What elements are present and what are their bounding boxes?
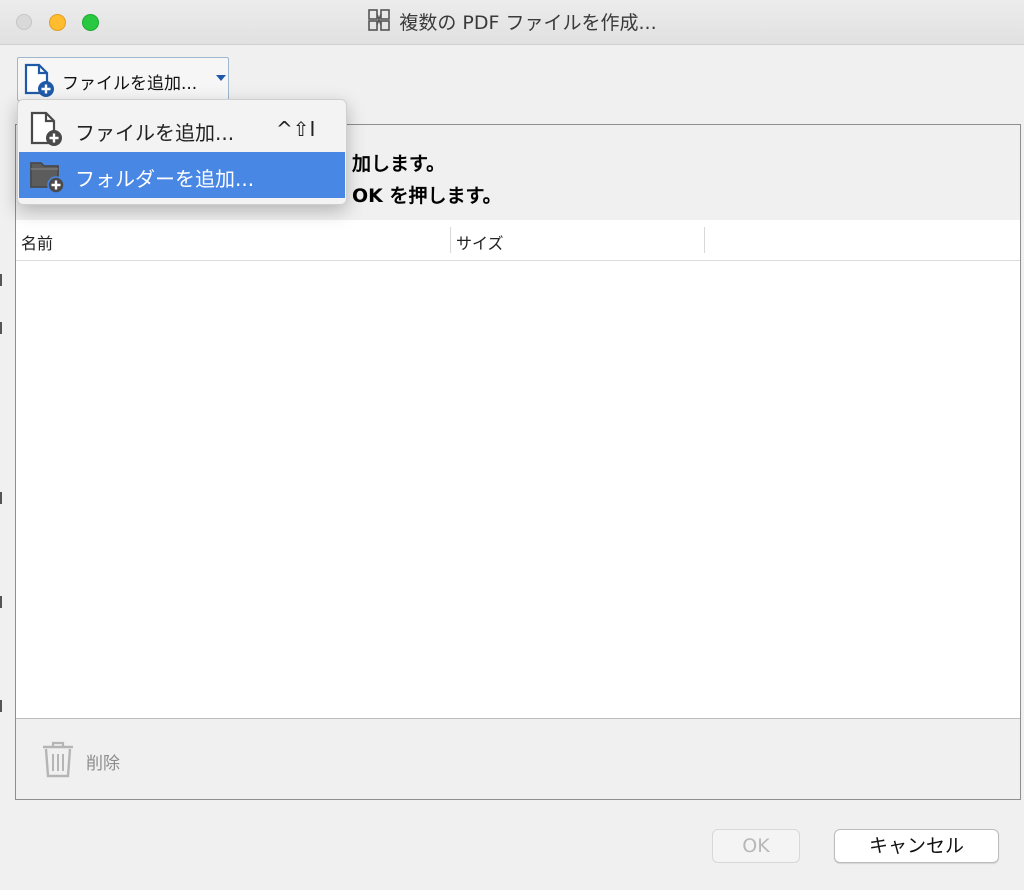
add-files-button-label: ファイルを追加... (62, 74, 198, 94)
edge-mark (0, 274, 2, 286)
column-divider[interactable] (450, 227, 451, 253)
add-file-icon (22, 62, 58, 102)
edge-mark (0, 322, 2, 334)
table-header: 名前 サイズ (16, 220, 1020, 261)
table-body[interactable] (16, 261, 1020, 718)
delete-button-label: 削除 (86, 754, 120, 774)
ok-button[interactable]: OK (712, 829, 800, 863)
edge-mark (0, 492, 2, 504)
menu-item-label: フォルダーを追加... (75, 167, 255, 191)
column-divider[interactable] (704, 227, 705, 253)
menu-item-add-folder[interactable]: フォルダーを追加... (19, 152, 345, 198)
edge-mark (0, 596, 2, 608)
window-title: 複数の PDF ファイルを作成... (399, 12, 657, 34)
instruction-line-2: OK を押します。 (352, 185, 502, 207)
add-folder-icon (28, 156, 68, 198)
window-title-container: 複数の PDF ファイルを作成... (0, 0, 1024, 44)
menu-item-shortcut: ^⇧I (276, 117, 316, 141)
cancel-button[interactable]: キャンセル (834, 829, 999, 863)
menu-item-add-files[interactable]: ファイルを追加... ^⇧I (19, 106, 345, 152)
trash-icon (40, 739, 76, 783)
edge-mark (0, 700, 2, 712)
combine-files-icon (367, 3, 391, 49)
menu-item-label: ファイルを追加... (75, 121, 235, 145)
files-panel: 加します。 OK を押します。 名前 サイズ 削除 (15, 124, 1021, 800)
create-multiple-pdf-window: 複数の PDF ファイルを作成... ファイルを追加... 加します。 OK を… (0, 0, 1024, 890)
add-file-icon (28, 110, 66, 152)
list-footer: 削除 (16, 719, 1020, 799)
add-dropdown-menu: ファイルを追加... ^⇧I フォルダーを追加... (17, 99, 347, 205)
dropdown-caret-icon[interactable] (216, 75, 226, 81)
title-bar: 複数の PDF ファイルを作成... (0, 0, 1024, 45)
file-list-table[interactable]: 名前 サイズ (16, 220, 1020, 719)
column-header-name[interactable]: 名前 (21, 230, 53, 254)
instruction-line-1: 加します。 (352, 153, 446, 175)
column-header-size[interactable]: サイズ (456, 230, 504, 254)
add-files-dropdown-button[interactable]: ファイルを追加... (17, 57, 229, 101)
